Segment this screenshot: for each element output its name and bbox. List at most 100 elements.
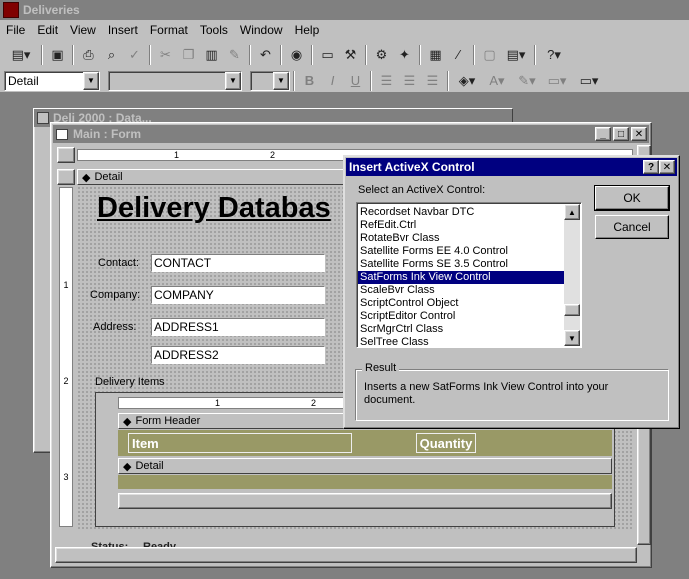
maximize-icon[interactable]: □	[613, 127, 629, 141]
list-item[interactable]: RefEdit.Ctrl	[358, 219, 564, 232]
cut-icon[interactable]: ✂	[154, 44, 177, 66]
help-icon[interactable]: ?▾	[539, 44, 569, 66]
toolbox-icon[interactable]: ⚒	[339, 44, 362, 66]
line-width-icon[interactable]: ▭▾	[542, 70, 572, 92]
font-color-icon[interactable]: A▾	[482, 70, 512, 92]
result-text: Inserts a new SatForms Ink View Control …	[364, 381, 609, 406]
section-arrow-icon: ◆	[82, 171, 91, 184]
list-item[interactable]: ScriptControl Object	[358, 297, 564, 310]
list-item[interactable]: Satellite Forms SE 3.5 Control	[358, 258, 564, 271]
copy-icon[interactable]: ❐	[177, 44, 200, 66]
special-effect-icon[interactable]: ▭▾	[572, 70, 606, 92]
field-list-icon[interactable]: ▭	[316, 44, 339, 66]
underline-icon[interactable]: U	[344, 70, 367, 92]
database-window-icon[interactable]: ▢	[478, 44, 501, 66]
list-scrollbar[interactable]: ▲ ▼	[564, 204, 580, 346]
list-item-selected[interactable]: SatForms Ink View Control	[358, 271, 564, 284]
print-icon[interactable]: ⎙	[77, 44, 100, 66]
menu-insert[interactable]: Insert	[102, 23, 144, 37]
hyperlink-icon[interactable]: ◉	[285, 44, 308, 66]
list-item[interactable]: Satellite Forms EE 4.0 Control	[358, 245, 564, 258]
print-preview-icon[interactable]: ⌕	[100, 44, 123, 66]
menu-tools[interactable]: Tools	[194, 23, 234, 37]
subform-detail-bar[interactable]: ◆ Detail	[118, 458, 612, 474]
contact-label: Contact:	[98, 257, 139, 269]
help-icon[interactable]: ?	[643, 160, 659, 174]
align-left-icon[interactable]: ☰	[375, 70, 398, 92]
italic-icon[interactable]: I	[321, 70, 344, 92]
list-item[interactable]: Recordset Navbar DTC	[358, 206, 564, 219]
formatting-toolbar: Detail ▼ ▼ ▼ B I U ☰ ☰ ☰ ◈▾ A▾ ✎▾ ▭▾ ▭▾	[0, 69, 689, 93]
paste-icon[interactable]: ▥	[200, 44, 223, 66]
scroll-thumb[interactable]	[564, 304, 580, 316]
code-icon[interactable]: ✦	[393, 44, 416, 66]
menu-file[interactable]: File	[0, 23, 31, 37]
insert-activex-dialog: Insert ActiveX Control ? ✕ Select an Act…	[343, 155, 680, 429]
activex-list-items: Recordset Navbar DTC RefEdit.Ctrl Rotate…	[358, 206, 564, 349]
item-column-label[interactable]: Item	[128, 433, 352, 453]
view-icon[interactable]: ▤▾	[4, 44, 38, 66]
address2-field[interactable]: ADDRESS2	[151, 346, 325, 364]
app-title-bar: Deliveries	[0, 0, 689, 20]
vertical-ruler: 1 2 3	[59, 187, 73, 527]
subform-header-area: Item Quantity	[118, 430, 612, 456]
object-combo[interactable]: Detail ▼	[4, 70, 100, 91]
line-color-icon[interactable]: ✎▾	[512, 70, 542, 92]
menu-view[interactable]: View	[64, 23, 102, 37]
result-group: Result Inserts a new SatForms Ink View C…	[355, 362, 669, 421]
list-item[interactable]: RotateBvr Class	[358, 232, 564, 245]
cancel-button[interactable]: Cancel	[595, 215, 669, 239]
subform-label: Delivery Items	[95, 376, 165, 388]
address1-field[interactable]: ADDRESS1	[151, 318, 325, 336]
align-right-icon[interactable]: ☰	[421, 70, 444, 92]
close-icon[interactable]: ✕	[659, 160, 675, 174]
save-icon[interactable]: ▣	[46, 44, 69, 66]
format-painter-icon[interactable]: ✎	[223, 44, 246, 66]
scroll-down-icon[interactable]: ▼	[564, 330, 580, 346]
close-icon[interactable]: ✕	[631, 127, 647, 141]
ok-button[interactable]: OK	[594, 185, 670, 211]
dialog-title: Insert ActiveX Control	[349, 160, 475, 174]
new-object-icon[interactable]: ▤▾	[501, 44, 531, 66]
section-arrow-icon: ◆	[123, 460, 132, 473]
chevron-down-icon[interactable]: ▼	[273, 71, 289, 90]
form-window-title-bar: Main : Form _ □ ✕	[53, 125, 649, 143]
spelling-icon[interactable]: ✓	[123, 44, 146, 66]
font-combo[interactable]: ▼	[108, 70, 242, 91]
build-icon[interactable]: ⁄	[447, 44, 470, 66]
menu-help[interactable]: Help	[289, 23, 326, 37]
dialog-title-bar: Insert ActiveX Control ? ✕	[346, 158, 677, 176]
menu-format[interactable]: Format	[144, 23, 194, 37]
quantity-column-label[interactable]: Quantity	[416, 433, 476, 453]
list-item[interactable]: ScaleBvr Class	[358, 284, 564, 297]
align-center-icon[interactable]: ☰	[398, 70, 421, 92]
form-horizontal-scrollbar[interactable]	[55, 547, 637, 563]
list-item[interactable]: SelTree Class	[358, 336, 564, 349]
company-field[interactable]: COMPANY	[151, 286, 325, 304]
scroll-up-icon[interactable]: ▲	[564, 204, 580, 220]
app-icon	[3, 2, 19, 18]
fill-color-icon[interactable]: ◈▾	[452, 70, 482, 92]
object-combo-value: Detail	[8, 73, 39, 88]
app-title: Deliveries	[23, 3, 80, 17]
autoformat-icon[interactable]: ⚙	[370, 44, 393, 66]
chevron-down-icon[interactable]: ▼	[225, 71, 241, 90]
menu-edit[interactable]: Edit	[31, 23, 64, 37]
section-selector[interactable]	[57, 169, 75, 185]
subform-horizontal-scrollbar[interactable]	[118, 493, 612, 509]
list-item[interactable]: ScrMgrCtrl Class	[358, 323, 564, 336]
result-label: Result	[362, 362, 400, 374]
activex-list[interactable]: Recordset Navbar DTC RefEdit.Ctrl Rotate…	[356, 202, 582, 348]
company-label: Company:	[90, 289, 141, 301]
minimize-icon[interactable]: _	[595, 127, 611, 141]
properties-icon[interactable]: ▦	[424, 44, 447, 66]
font-size-combo[interactable]: ▼	[250, 70, 290, 91]
contact-field[interactable]: CONTACT	[151, 254, 325, 272]
bold-icon[interactable]: B	[298, 70, 321, 92]
chevron-down-icon[interactable]: ▼	[83, 71, 99, 90]
list-item[interactable]: ScriptEditor Control	[358, 310, 564, 323]
menu-window[interactable]: Window	[234, 23, 289, 37]
undo-icon[interactable]: ↶	[254, 44, 277, 66]
address-label: Address:	[93, 321, 137, 333]
form-selector[interactable]	[57, 147, 75, 163]
